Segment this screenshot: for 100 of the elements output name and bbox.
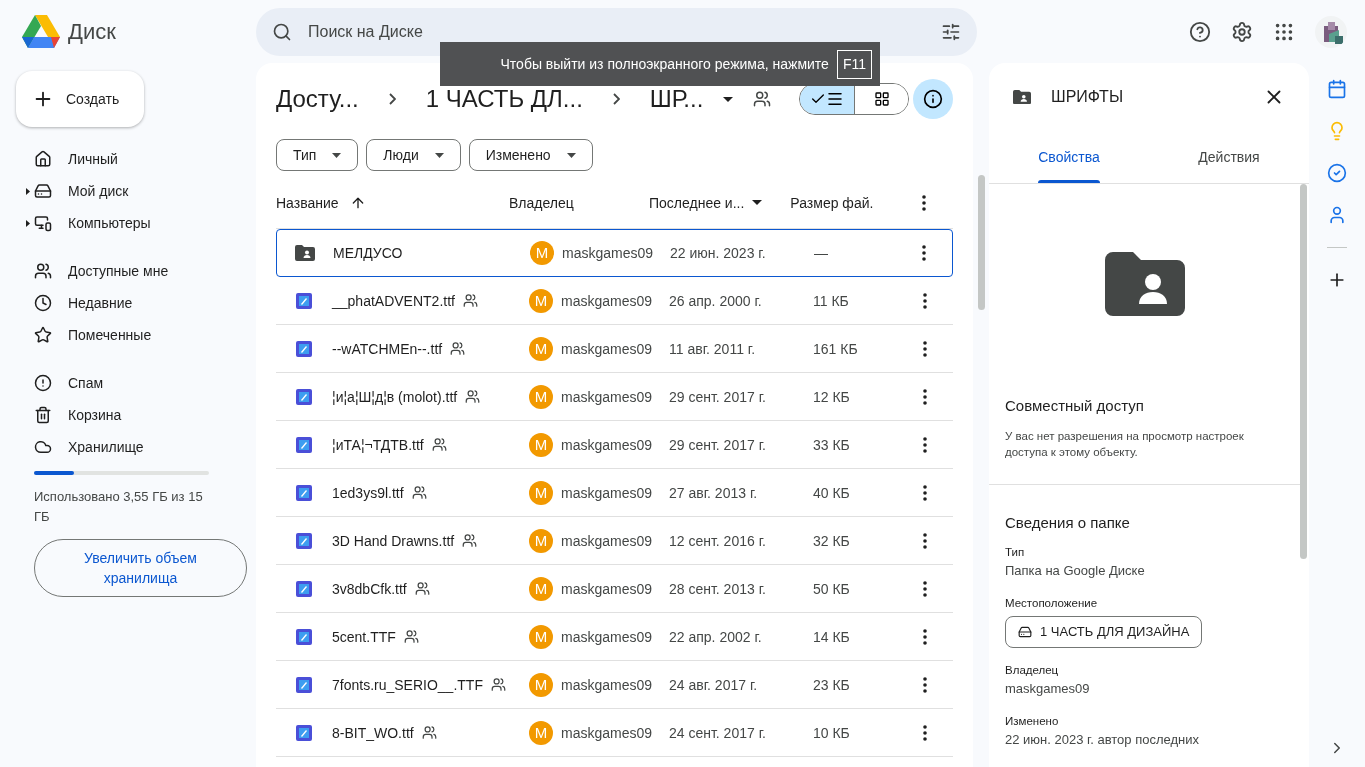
sidebar-item[interactable]: Хранилище (0, 431, 256, 463)
column-header[interactable]: Название (276, 192, 350, 213)
shared-icon[interactable] (753, 90, 772, 108)
sidebar-item[interactable]: Корзина (0, 399, 256, 431)
file-name: __phatADVENT2.ttf (332, 291, 455, 311)
settings-icon[interactable] (1231, 20, 1253, 43)
filter-chip[interactable]: Тип (276, 139, 359, 171)
create-button[interactable]: Создать (16, 71, 144, 127)
expand-arrow-icon[interactable] (26, 219, 30, 227)
filter-chip[interactable]: Изменено (468, 139, 593, 171)
filter-icon[interactable] (941, 21, 961, 42)
file-row[interactable]: 7fonts.ru_SERIO__.TTF M maskgames09 24 авг. 2017 г. 23 КБ (276, 661, 953, 709)
more-icon (923, 340, 927, 357)
file-row[interactable]: 8-BIT_WO.ttf M maskgames09 24 сент. 2017 г. 10 КБ (276, 709, 953, 757)
owner-name: maskgames09 (561, 723, 653, 743)
search-input[interactable]: Поиск на Диске (308, 19, 925, 44)
owner-avatar: M (529, 624, 553, 649)
list-view-button[interactable] (800, 84, 854, 114)
scrollbar[interactable] (1300, 184, 1307, 559)
breadcrumb-item[interactable]: Досту... (276, 81, 359, 117)
more-icon (923, 580, 927, 597)
file-size: 14 КБ (813, 627, 851, 647)
modified-date: 12 сент. 2016 г. (669, 531, 767, 551)
drive-logo (22, 15, 60, 48)
column-header[interactable]: Размер фай. (790, 192, 874, 213)
view-toggle[interactable] (799, 83, 909, 115)
more-icon[interactable] (922, 194, 926, 211)
file-size: 33 КБ (813, 435, 851, 455)
sidebar-item[interactable]: Компьютеры (0, 207, 256, 239)
owner-name: maskgames09 (561, 531, 653, 551)
font-file-icon (296, 388, 312, 405)
owner-avatar: M (530, 241, 554, 265)
file-name: 3v8dbCfk.ttf (332, 579, 407, 599)
more-icon (923, 484, 927, 501)
font-file-icon (296, 676, 312, 693)
details-title: ШРИФТЫ (1051, 87, 1124, 107)
more-icon (923, 676, 927, 693)
filter-chip[interactable]: Люди (366, 139, 461, 171)
tab-indicator (1038, 180, 1100, 183)
grid-view-button[interactable] (854, 84, 908, 114)
file-size: 50 КБ (813, 579, 851, 599)
toast-text: Чтобы выйти из полноэкранного режима, нажмите (500, 54, 829, 74)
file-size: 10 КБ (813, 723, 851, 743)
caret-icon (332, 152, 342, 158)
owner-avatar: M (529, 480, 553, 505)
dropdown-caret-icon[interactable] (752, 200, 763, 205)
owner-name: maskgames09 (561, 435, 653, 455)
info-button[interactable] (913, 79, 953, 119)
sidebar-item[interactable]: Помеченные (0, 319, 256, 351)
file-name: 8-BIT_WO.ttf (332, 723, 414, 743)
field-label: Местоположение (1005, 595, 1099, 611)
file-size: — (814, 244, 829, 263)
section-heading: Совместный доступ (1005, 396, 1145, 416)
column-header[interactable]: Владелец (509, 192, 649, 213)
help-icon[interactable] (1189, 20, 1211, 43)
owner-avatar: M (529, 528, 553, 553)
more-icon (923, 532, 927, 549)
details-tab[interactable]: Действия (1149, 131, 1309, 183)
file-row[interactable]: 3v8dbCfk.ttf M maskgames09 28 сент. 2013 г. 50 КБ (276, 565, 953, 613)
dropdown-caret-icon[interactable] (723, 96, 734, 102)
file-row[interactable]: ¦и¦а¦Ш¦д¦в (molot).ttf M maskgames09 29 сент. 2017 г. 12 КБ (276, 373, 953, 421)
field-label: Тип (1005, 545, 1026, 560)
sidebar-item[interactable]: Мой диск (0, 175, 256, 207)
more-icon (923, 628, 927, 645)
modified-date: 24 сент. 2017 г. (669, 723, 767, 743)
file-row[interactable]: 3D Hand Drawns.ttf M maskgames09 12 сент. 2016 г. 32 КБ (276, 517, 953, 565)
file-row[interactable]: ¦иТА¦¬ТДТВ.ttf M maskgames09 29 сент. 2017 г. 33 КБ (276, 421, 953, 469)
sidebar-item[interactable]: Спам (0, 367, 256, 399)
modified-date: 24 авг. 2017 г. (669, 675, 759, 695)
app-title: Диск (68, 18, 116, 46)
owner-avatar: M (529, 672, 553, 697)
file-row[interactable]: 1ed3ys9l.ttf M maskgames09 27 авг. 2013 г. 40 КБ (276, 469, 953, 517)
file-name: ¦иТА¦¬ТДТВ.ttf (332, 435, 424, 455)
sidebar-item-icon (34, 294, 52, 312)
location-chip[interactable]: 1 ЧАСТЬ ДЛЯ ДИЗАЙНА (1005, 616, 1203, 648)
sidebar-item[interactable]: Личный (0, 143, 256, 175)
calendar-icon[interactable] (1327, 79, 1347, 99)
file-name: МЕЛДУСО (333, 244, 403, 263)
sharing-note: У вас нет разрешения на просмотр настроек доступа к этому объекту. (1005, 428, 1245, 460)
sidebar-item-icon (34, 182, 52, 200)
scrollbar[interactable] (977, 175, 985, 310)
column-header[interactable]: Последнее и... (649, 192, 745, 213)
file-row[interactable]: 5cent.TTF M maskgames09 22 апр. 2002 г. 14 КБ (276, 613, 953, 661)
sidebar-item[interactable]: Доступные мне (0, 255, 256, 287)
breadcrumb-separator-icon (612, 93, 620, 105)
file-row[interactable]: --wATCHMEn--.ttf M maskgames09 11 авг. 2011 г. 161 КБ (276, 325, 953, 373)
contacts-icon[interactable] (1327, 205, 1347, 225)
sidebar-item-icon (34, 214, 52, 232)
font-file-icon (296, 340, 312, 357)
file-row[interactable]: МЕЛДУСО M maskgames09 22 июн. 2023 г. — (276, 229, 953, 277)
expand-arrow-icon[interactable] (26, 187, 30, 195)
font-file-icon (296, 292, 312, 309)
sidebar-item-icon (34, 150, 52, 168)
sidebar-item[interactable]: Недавние (0, 287, 256, 319)
modified-date: 28 сент. 2013 г. (669, 579, 767, 599)
details-tab[interactable]: Свойства (989, 131, 1149, 183)
tasks-icon[interactable] (1327, 163, 1347, 183)
font-file-icon (296, 724, 312, 741)
owner-avatar: M (529, 384, 553, 409)
file-row[interactable]: __phatADVENT2.ttf M maskgames09 26 апр. 2000 г. 11 КБ (276, 277, 953, 325)
